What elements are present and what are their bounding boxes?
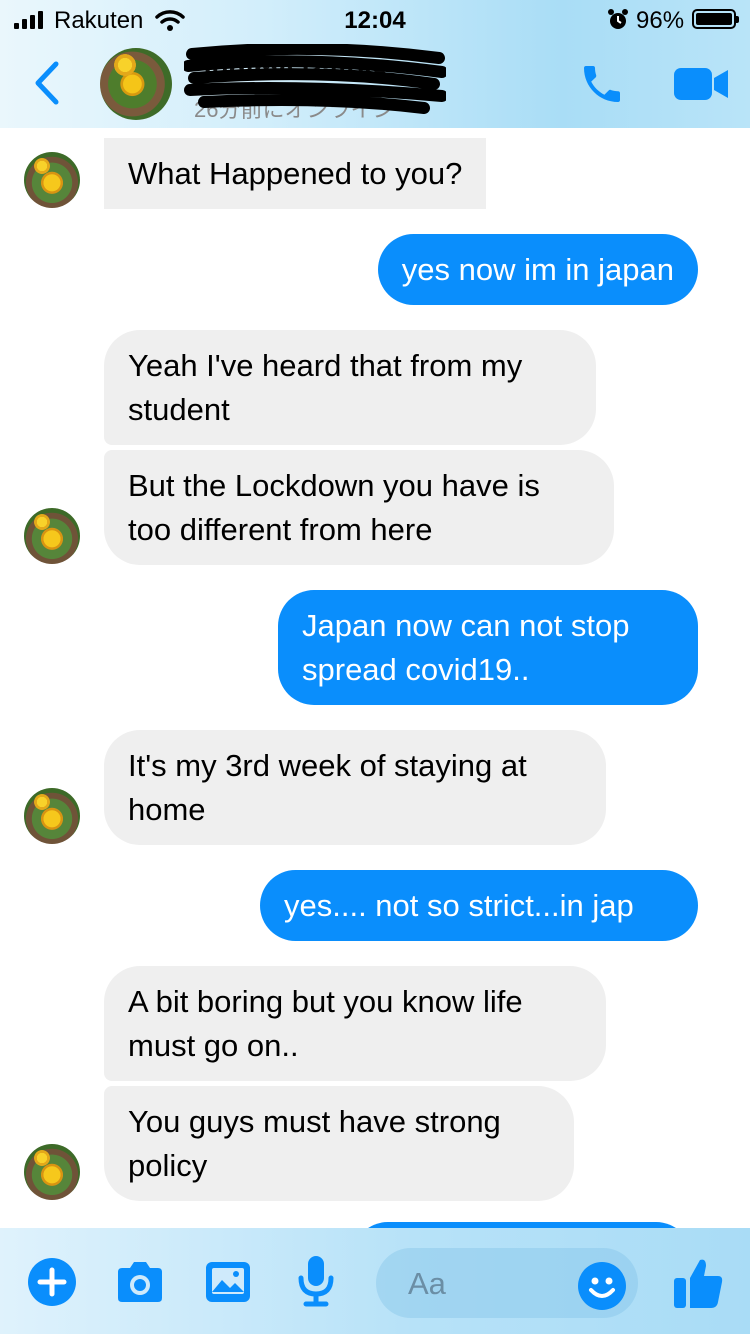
camera-icon[interactable]	[114, 1258, 166, 1306]
incoming-message[interactable]: Yeah I've heard that from my student	[104, 330, 596, 445]
phone-call-icon[interactable]	[578, 60, 626, 108]
incoming-message[interactable]: It's my 3rd week of staying at home	[104, 730, 606, 845]
message-composer: Aa	[0, 1228, 750, 1334]
outgoing-message[interactable]: yes.... not so strict...in jap	[260, 870, 698, 941]
incoming-message[interactable]: You guys must have strong policy	[104, 1086, 574, 1201]
thumbs-up-icon[interactable]	[672, 1256, 724, 1310]
alarm-icon	[608, 9, 628, 29]
plus-icon[interactable]	[28, 1258, 76, 1306]
redaction-scribble	[184, 44, 446, 114]
video-call-icon[interactable]	[672, 64, 730, 104]
message-list[interactable]: What Happened to you? yes now im in japa…	[0, 128, 750, 1228]
incoming-message[interactable]: What Happened to you?	[104, 138, 487, 209]
message-input-placeholder: Aa	[408, 1266, 446, 1301]
outgoing-message[interactable]: yes now im in japan	[377, 234, 698, 305]
contact-avatar-small[interactable]	[24, 152, 80, 208]
microphone-icon[interactable]	[296, 1254, 336, 1308]
emoji-icon[interactable]	[578, 1262, 626, 1310]
conversation-header: Rakuten 12:04 96% Judima Rafols 26分前にオンラ…	[0, 0, 750, 128]
contact-avatar[interactable]	[100, 48, 172, 120]
contact-avatar-small[interactable]	[24, 508, 80, 564]
outgoing-message[interactable]: Japan now can not stop spread covid19..	[278, 590, 698, 705]
status-bar: Rakuten 12:04 96%	[0, 0, 750, 40]
incoming-message[interactable]: But the Lockdown you have is too differe…	[104, 450, 614, 565]
battery-percent: 96%	[636, 7, 685, 34]
contact-avatar-small[interactable]	[24, 788, 80, 844]
battery-icon	[692, 9, 739, 29]
contact-avatar-small[interactable]	[24, 1144, 80, 1200]
gallery-icon[interactable]	[204, 1258, 252, 1306]
back-chevron-icon[interactable]	[30, 60, 66, 106]
incoming-message[interactable]: A bit boring but you know life must go o…	[104, 966, 606, 1081]
